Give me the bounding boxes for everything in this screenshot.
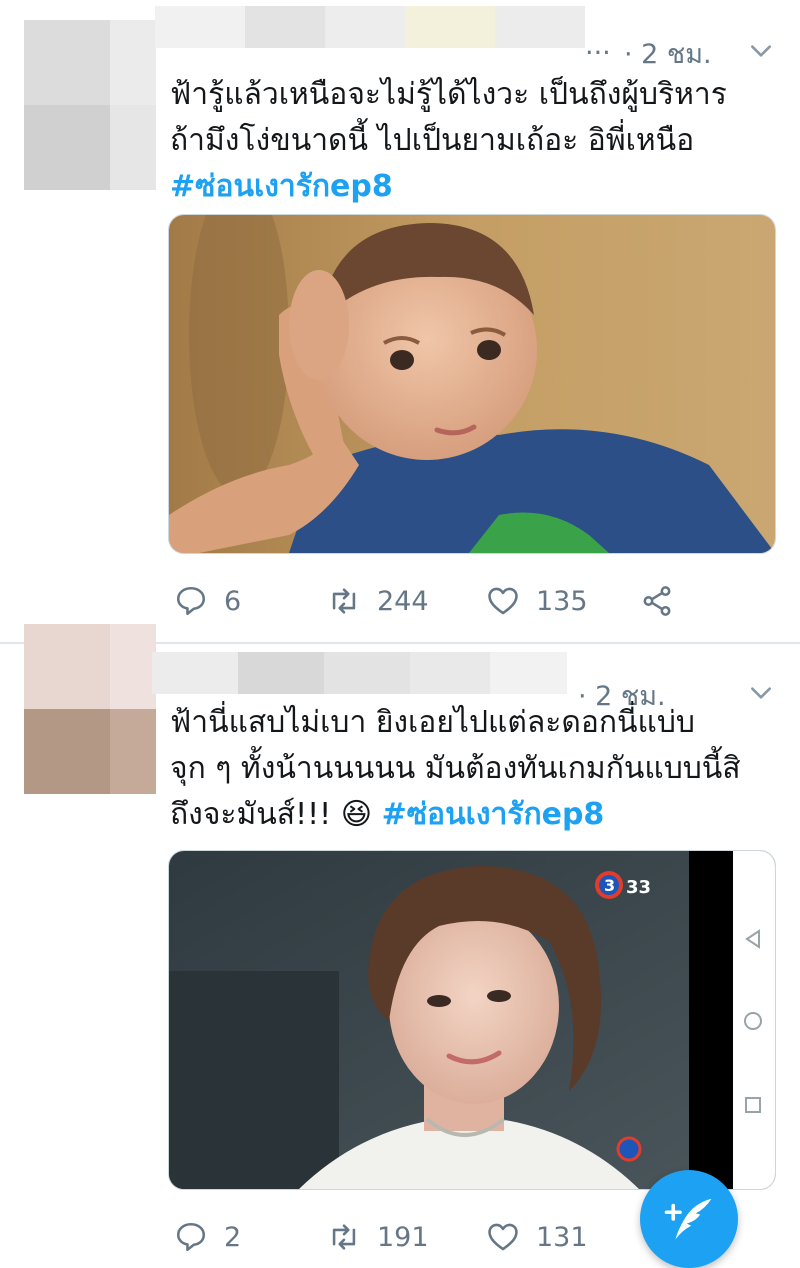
compose-tweet-button[interactable] — [640, 1170, 738, 1268]
chevron-down-icon[interactable] — [748, 38, 774, 64]
share-icon — [643, 586, 671, 616]
share-button[interactable] — [640, 581, 690, 621]
tweet-1[interactable]: ... · 2 ชม. ฟ้ารู้แล้วเหนือจะไม่รู้ได้ไง… — [0, 0, 800, 643]
hashtag-link[interactable]: #ซ่อนเงารักep8 — [382, 797, 605, 832]
retweet-button[interactable]: 191 — [327, 1217, 429, 1257]
like-button[interactable]: 135 — [486, 581, 588, 621]
like-button[interactable]: 131 — [486, 1217, 588, 1257]
tweet-image-tv-screenshot[interactable]: 3 33 — [168, 850, 776, 1190]
tweet-time: · 2 ชม. — [624, 39, 712, 70]
tweet-image-boy[interactable] — [168, 214, 776, 554]
heart-icon — [488, 1223, 518, 1251]
username-blurred[interactable] — [155, 6, 585, 48]
tweet-text: ฟ้ารู้แล้วเหนือจะไม่รู้ได้ไงวะ เป็นถึงผู… — [170, 72, 780, 210]
avatar-blurred[interactable] — [24, 624, 156, 794]
like-count: 135 — [536, 585, 588, 617]
retweet-count: 191 — [377, 1221, 429, 1253]
reply-icon — [176, 1222, 206, 1252]
avatar-blurred[interactable] — [24, 20, 156, 190]
hashtag-link[interactable]: #ซ่อนเงารักep8 — [170, 169, 393, 204]
ellipsis: ... — [585, 30, 611, 61]
reply-count: 6 — [224, 585, 242, 617]
tweet-text-line: จุก ๆ ทั้งน้านนนนน มันต้องทันเกมกันแบบนี… — [170, 751, 741, 786]
reply-icon — [176, 586, 206, 616]
retweet-icon — [332, 588, 356, 614]
retweet-button[interactable]: 244 — [327, 581, 429, 621]
reply-button[interactable]: 2 — [174, 1217, 241, 1257]
retweet-icon — [332, 1224, 356, 1250]
username-blurred[interactable] — [152, 652, 567, 694]
retweet-count: 244 — [377, 585, 429, 617]
tweet-text: ฟ้านี่แสบไม่เบา ยิงเอยไปแต่ละดอกนี่แบ่บ … — [170, 700, 780, 838]
like-count: 131 — [536, 1221, 588, 1253]
channel-number: 33 — [626, 877, 651, 898]
reply-count: 2 — [224, 1221, 242, 1253]
heart-icon — [488, 587, 518, 615]
reply-button[interactable]: 6 — [174, 581, 241, 621]
laughing-emoji: 😆 — [340, 797, 373, 832]
tweet-text-line: ถ้ามึงโง่ขนาดนี้ ไปเป็นยามเถ้อะ อิพี่เหน… — [170, 123, 695, 158]
tweet-text-line: ฟ้านี่แสบไม่เบา ยิงเอยไปแต่ละดอกนี่แบ่บ — [170, 705, 695, 740]
tweet-text-line: ถึงจะมันส์!!! — [170, 797, 332, 832]
compose-tweet-icon — [664, 1198, 712, 1240]
channel-logo-digit: 3 — [604, 876, 615, 895]
tweet-actions: 6 244 135 — [170, 581, 730, 621]
tweet-text-line: ฟ้ารู้แล้วเหนือจะไม่รู้ได้ไงวะ เป็นถึงผู… — [170, 77, 727, 112]
